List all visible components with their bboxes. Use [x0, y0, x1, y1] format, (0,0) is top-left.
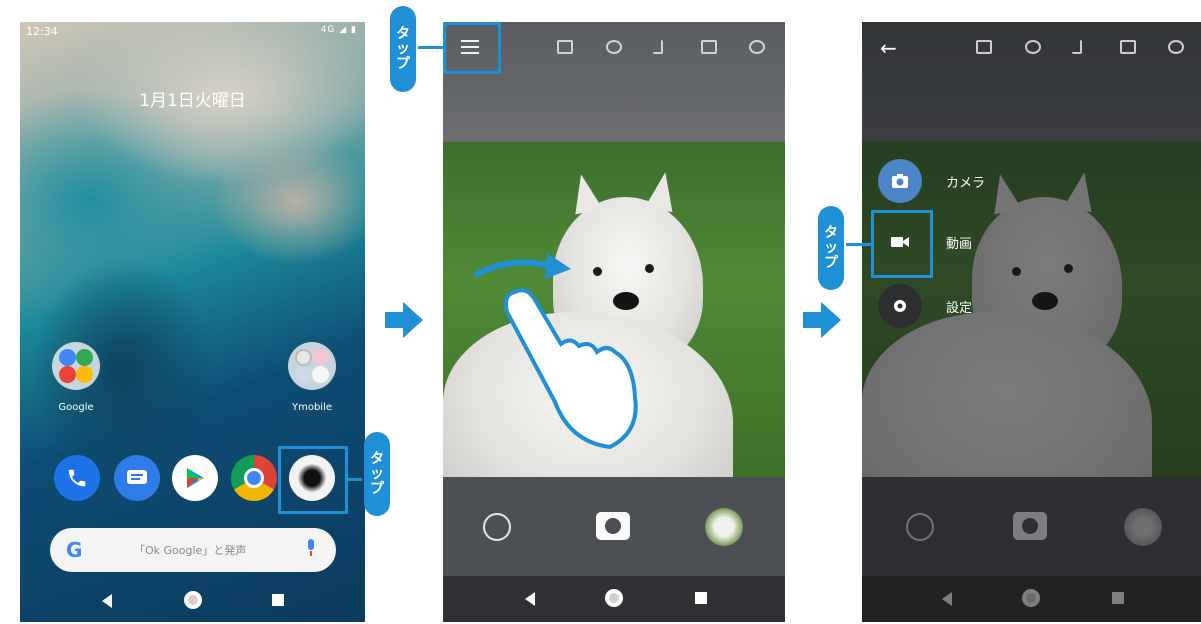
exposure-icon[interactable] [701, 40, 717, 54]
status-bar: 12:34 4G ◢ ▮ [20, 22, 365, 40]
google-logo-icon: G [66, 538, 83, 562]
gallery-thumbnail[interactable] [705, 508, 743, 546]
video-tap-highlight [871, 210, 933, 278]
folder-app-icon [76, 366, 93, 383]
folder-app-icon [59, 349, 76, 366]
menu-item-camera[interactable]: カメラ [878, 159, 985, 203]
messages-app-icon[interactable] [114, 455, 160, 501]
tap-badge-char: ッ [824, 239, 838, 256]
camera-menu-screen: ← カメラ 動画 設定 [862, 22, 1201, 622]
tap-badge-char: ッ [370, 465, 384, 482]
folder-app-icon [295, 349, 312, 366]
hdr-icon[interactable] [1025, 40, 1041, 54]
tap-badge-char: タ [396, 25, 410, 42]
folder-app-icon [295, 366, 312, 383]
highlight-connector [418, 46, 443, 49]
settings-icon [878, 284, 922, 328]
tap-badge-char: プ [370, 480, 384, 497]
folder-app-icon [76, 349, 93, 366]
menu-item-label: 動画 [946, 236, 973, 252]
focus-icon[interactable] [976, 40, 992, 54]
home-screen: 12:34 4G ◢ ▮ 1月1日火曜日 Google Ymobile G 「O… [20, 22, 365, 622]
camera-screen [443, 22, 785, 622]
highlight-connector [348, 478, 362, 481]
play-store-icon [187, 468, 204, 488]
tap-badge-char: プ [396, 55, 410, 72]
back-icon[interactable] [102, 594, 112, 608]
ymobile-folder[interactable] [288, 342, 336, 390]
messages-icon [127, 470, 147, 484]
home-icon[interactable] [184, 591, 202, 609]
dog-eye [593, 267, 602, 276]
hand-gesture-icon [504, 288, 638, 450]
home-icon[interactable] [605, 589, 623, 607]
folder-app-icon [312, 366, 329, 383]
google-folder[interactable] [52, 342, 100, 390]
navigation-bar [443, 576, 785, 622]
flow-arrow-icon [803, 302, 841, 338]
menu-item-label: 設定 [946, 300, 973, 316]
camera-tap-highlight [278, 446, 348, 514]
exposure-icon[interactable] [1120, 40, 1136, 54]
status-time: 12:34 [26, 25, 58, 38]
tap-badge-char: タ [370, 450, 384, 467]
flow-arrow-icon [385, 302, 423, 338]
menu-item-settings[interactable]: 設定 [878, 284, 972, 328]
back-icon[interactable] [525, 592, 535, 606]
chrome-app-icon[interactable] [231, 455, 277, 501]
tap-badge: タ ッ プ [364, 432, 390, 516]
status-icons: 4G ◢ ▮ [320, 25, 357, 35]
recents-icon[interactable] [695, 592, 707, 604]
tap-badge: タ ッ プ [818, 206, 844, 290]
switch-camera-icon[interactable] [483, 513, 511, 541]
timer-icon[interactable] [749, 40, 765, 54]
search-placeholder: 「Ok Google」と発声 [134, 544, 247, 557]
back-arrow-icon[interactable]: ← [880, 36, 897, 60]
folder-label: Google [58, 402, 94, 413]
folder-app-icon [59, 366, 76, 383]
folder-app-icon [312, 349, 329, 366]
tap-badge-char: プ [824, 254, 838, 271]
menu-item-label: カメラ [946, 175, 986, 191]
recents-icon[interactable] [272, 594, 284, 606]
timer-icon[interactable] [1168, 40, 1184, 54]
swipe-arrow-icon [473, 253, 571, 279]
highlight-connector [846, 243, 871, 246]
phone-icon [68, 469, 86, 487]
tap-badge-char: タ [824, 224, 838, 241]
phone-app-icon[interactable] [54, 455, 100, 501]
play-store-app-icon[interactable] [172, 455, 218, 501]
folder-label: Ymobile [291, 402, 333, 413]
tap-badge: タ ッ プ [390, 6, 416, 92]
camera-icon [878, 159, 922, 203]
hdr-icon[interactable] [606, 40, 622, 54]
chrome-icon [244, 468, 264, 488]
dog-eye [645, 264, 654, 273]
tap-badge-char: ッ [396, 40, 410, 57]
shutter-button[interactable] [596, 512, 630, 540]
menu-tap-highlight [443, 22, 501, 74]
navigation-bar [20, 578, 365, 622]
camera-controls [443, 477, 785, 577]
focus-icon[interactable] [557, 40, 573, 54]
google-search-bar[interactable]: G 「Ok Google」と発声 [50, 528, 336, 572]
flash-icon[interactable] [653, 40, 663, 54]
date-label: 1月1日火曜日 [139, 91, 246, 111]
flash-icon[interactable] [1072, 40, 1082, 54]
microphone-icon[interactable] [306, 539, 316, 557]
